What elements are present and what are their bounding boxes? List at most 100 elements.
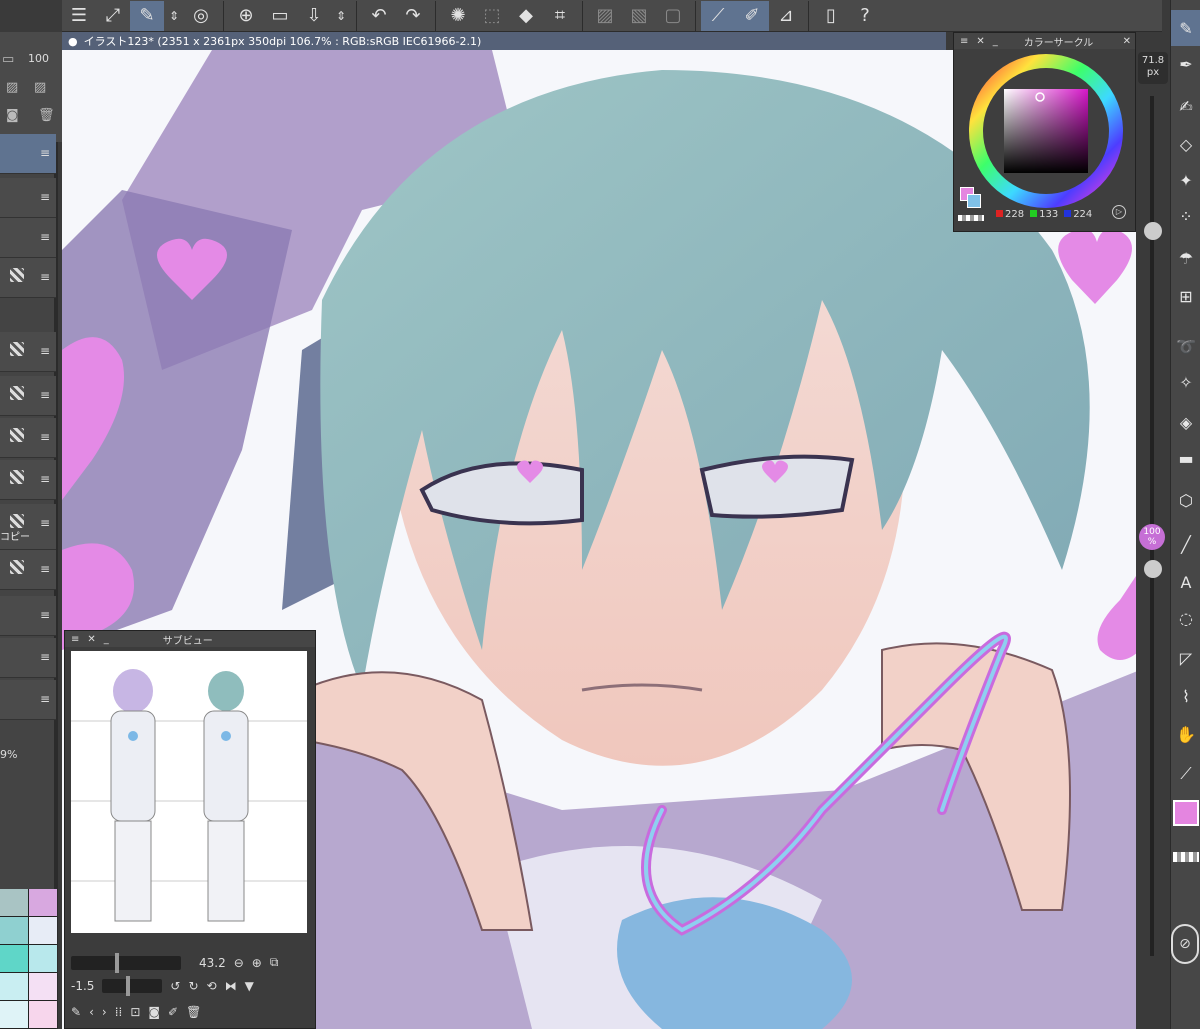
zoom-out-icon[interactable]: ⊖ xyxy=(234,956,244,970)
ruler-icon[interactable]: ⊿ xyxy=(769,1,803,31)
new-file-icon[interactable]: ⊕ xyxy=(229,1,263,31)
transparent-indicator[interactable] xyxy=(1173,852,1199,862)
panel-menu-icon[interactable]: ≡ xyxy=(71,634,79,645)
ruler-tool-icon[interactable]: ⌇ xyxy=(1171,678,1200,714)
layer-menu-icon[interactable]: ≡ xyxy=(40,388,50,402)
color-swatch[interactable] xyxy=(0,1001,28,1028)
play-icon[interactable]: ▷ xyxy=(1112,205,1126,219)
layer-row[interactable]: ≡ xyxy=(0,178,56,218)
layer-menu-icon[interactable]: ≡ xyxy=(40,516,50,530)
balloon-icon[interactable]: ◌ xyxy=(1171,600,1200,636)
color-swatch[interactable] xyxy=(29,973,57,1000)
zoom-slider[interactable] xyxy=(71,952,181,973)
close-icon[interactable]: ● xyxy=(68,35,78,48)
lasso-tool-icon[interactable]: ➰ xyxy=(1171,328,1200,364)
layer-menu-icon[interactable]: ≡ xyxy=(40,190,50,204)
updown-icon[interactable]: ⇕ xyxy=(331,1,351,31)
opacity-readout[interactable]: 100 % xyxy=(1139,524,1165,550)
sub-color-chip[interactable] xyxy=(967,194,981,208)
edit-icon[interactable]: ✐ xyxy=(168,1005,178,1019)
panel-menu-icon[interactable]: ≡ xyxy=(960,36,968,47)
opacity-slider-knob[interactable] xyxy=(1144,560,1162,578)
blend-mode-icon[interactable]: ▭ xyxy=(2,52,14,67)
cube-icon[interactable]: ⬡ xyxy=(1171,482,1200,518)
main-color-indicator[interactable] xyxy=(1173,800,1199,826)
eyedropper-icon[interactable]: ✎ xyxy=(130,0,164,31)
layer-row[interactable]: ≡ xyxy=(0,134,56,174)
color-swatch[interactable] xyxy=(0,945,28,972)
grid-icon[interactable]: ⁞⁞ xyxy=(115,1005,123,1019)
transparent-color-icon[interactable] xyxy=(958,215,984,221)
close-icon[interactable]: ✕ xyxy=(1123,36,1131,47)
layer-opacity-value[interactable]: 100 xyxy=(28,52,49,65)
eyedropper-icon[interactable]: ✎ xyxy=(71,1005,81,1019)
layer-row[interactable]: ≡ xyxy=(0,218,56,258)
fit-icon[interactable]: ⤢ xyxy=(96,1,130,31)
pen-icon[interactable]: ⟋ xyxy=(701,0,735,31)
open-folder-icon[interactable]: ▭ xyxy=(263,1,297,31)
phone-icon[interactable]: ▯ xyxy=(814,1,848,31)
save-icon[interactable]: ⇩ xyxy=(297,1,331,31)
color-wheel[interactable] xyxy=(954,49,1137,209)
nav-down-icon[interactable]: ▼ xyxy=(245,979,254,993)
color-swatch[interactable] xyxy=(29,889,57,916)
select-icon[interactable]: ⬚ xyxy=(475,1,509,31)
color-swatch[interactable] xyxy=(0,889,28,916)
import-icon[interactable]: ⊡ xyxy=(130,1005,140,1019)
close-icon[interactable]: ✕ xyxy=(87,634,95,645)
rotate-left-icon[interactable]: ↺ xyxy=(170,979,180,993)
color-swatch[interactable] xyxy=(29,1001,57,1028)
help-icon[interactable]: ? xyxy=(848,1,882,31)
eraser-icon[interactable]: ◇ xyxy=(1171,126,1200,162)
color-swatch[interactable] xyxy=(0,917,28,944)
eyedropper-tool-icon[interactable]: ⟋ xyxy=(1171,756,1200,792)
gradient-icon[interactable]: ▬ xyxy=(1171,440,1200,476)
fill-tool-icon[interactable]: ◈ xyxy=(1171,404,1200,440)
layer-menu-icon[interactable]: ≡ xyxy=(40,692,50,706)
layer-row[interactable]: ≡ xyxy=(0,596,56,636)
layer-menu-icon[interactable]: ≡ xyxy=(40,146,50,160)
layer-menu-icon[interactable]: ≡ xyxy=(40,430,50,444)
zoom-in-icon[interactable]: ⊕ xyxy=(252,956,262,970)
line-tool-icon[interactable]: ╱ xyxy=(1171,526,1200,562)
color-swatch[interactable] xyxy=(29,945,57,972)
magic-wand-icon[interactable]: ✧ xyxy=(1171,364,1200,400)
menu-icon[interactable]: ☰ xyxy=(62,1,96,31)
brush-size-readout[interactable]: 71.8 px xyxy=(1138,52,1168,84)
rotation-slider[interactable] xyxy=(102,976,163,996)
layer-row[interactable]: ≡ xyxy=(0,680,56,720)
flip-icon[interactable]: ⧓ xyxy=(225,979,237,993)
layer-menu-icon[interactable]: ≡ xyxy=(40,270,50,284)
layer-row[interactable]: ≡ xyxy=(0,376,56,416)
grid-icon[interactable]: ▧ xyxy=(622,1,656,31)
loading-icon[interactable]: ✺ xyxy=(441,1,475,31)
layer-row[interactable]: ≡ xyxy=(0,418,56,458)
subview-reference-image[interactable] xyxy=(71,651,307,933)
camera-icon[interactable]: ◙ xyxy=(6,108,19,123)
clip-icon[interactable]: ▨ xyxy=(6,80,18,95)
transform-icon[interactable]: ⌗ xyxy=(543,1,577,31)
layer-menu-icon[interactable]: ≡ xyxy=(40,472,50,486)
brush-size-slider-knob[interactable] xyxy=(1144,222,1162,240)
layer-menu-icon[interactable]: ≡ xyxy=(40,344,50,358)
text-tool-icon[interactable]: A xyxy=(1171,564,1200,600)
layer-menu-icon[interactable]: ≡ xyxy=(40,650,50,664)
rotate-right-icon[interactable]: ↻ xyxy=(188,979,198,993)
redo-icon[interactable]: ↷ xyxy=(396,1,430,31)
undo-icon[interactable]: ↶ xyxy=(362,1,396,31)
color-swatch[interactable] xyxy=(0,973,28,1000)
layer-row[interactable]: ≡ xyxy=(0,550,56,590)
vector-pen-icon[interactable]: ✒ xyxy=(1171,46,1200,82)
color-swatch[interactable] xyxy=(29,917,57,944)
layer-row[interactable]: ≡ xyxy=(0,638,56,678)
next-icon[interactable]: › xyxy=(102,1005,107,1019)
layer-menu-icon[interactable]: ≡ xyxy=(40,230,50,244)
layer-menu-icon[interactable]: ≡ xyxy=(40,608,50,622)
fill-icon[interactable]: ◆ xyxy=(509,1,543,31)
blend-icon[interactable]: ☂ xyxy=(1171,240,1200,276)
lock-icon[interactable]: ▨ xyxy=(34,80,46,95)
camera-icon[interactable]: ◙ xyxy=(148,1005,160,1019)
updown-icon[interactable]: ⇕ xyxy=(164,1,184,31)
brush-tool-icon[interactable]: ✍ xyxy=(1171,88,1200,124)
reset-rotation-icon[interactable]: ⟲ xyxy=(207,979,217,993)
